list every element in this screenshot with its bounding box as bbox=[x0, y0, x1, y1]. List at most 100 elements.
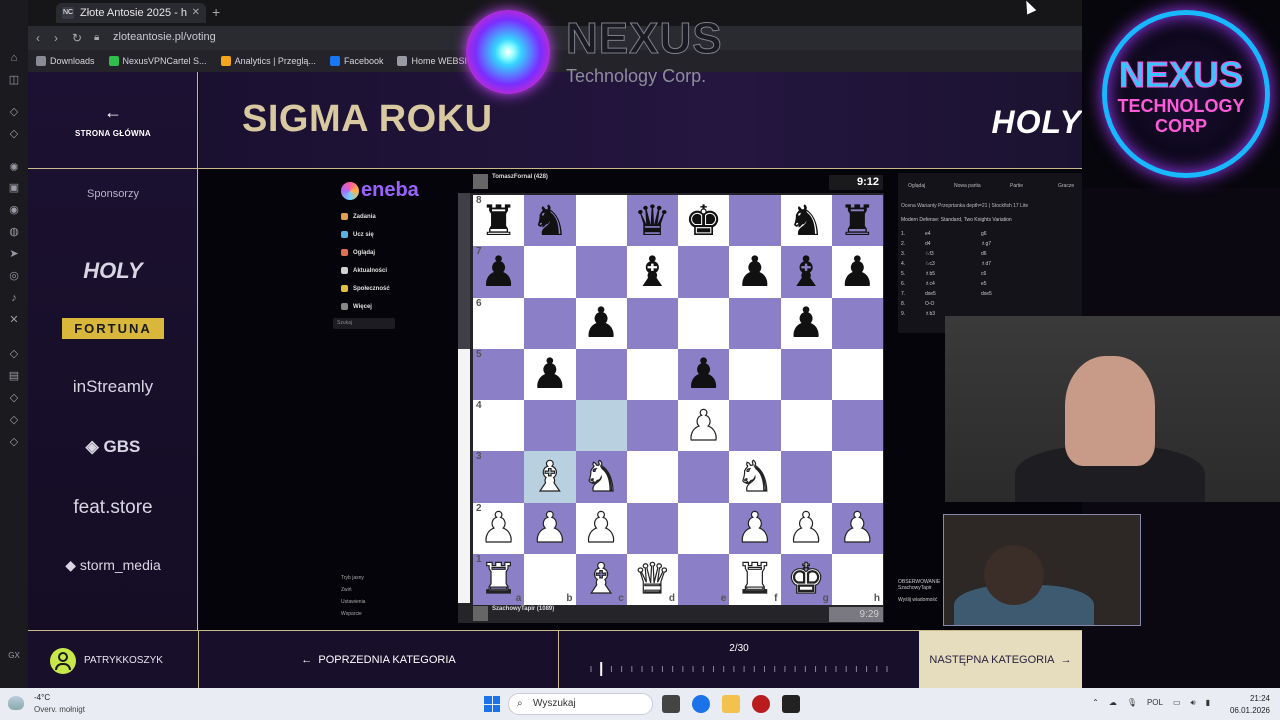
forward-icon[interactable]: › bbox=[54, 30, 58, 46]
square-g2[interactable]: ♟ bbox=[780, 502, 832, 554]
move-row[interactable]: 7. dxe5 dxe5 bbox=[901, 291, 1079, 297]
square-g7[interactable]: ♝ bbox=[780, 246, 832, 298]
twitch-icon[interactable]: ▣ bbox=[6, 180, 22, 196]
move-row[interactable]: 4. ♘c3 ♗d7 bbox=[901, 261, 1079, 267]
square-d7[interactable]: ♝ bbox=[626, 246, 678, 298]
close-icon[interactable]: ✕ bbox=[192, 3, 200, 23]
x-icon[interactable]: ✕ bbox=[6, 312, 22, 328]
square-h8[interactable]: ♜ bbox=[831, 195, 883, 247]
telegram-icon[interactable]: ➤ bbox=[6, 246, 22, 262]
move-row[interactable]: 6. ♗c4 e5 bbox=[901, 281, 1079, 287]
chess-board[interactable]: 8 ♜ ♞ ♛ ♚ ♞ ♜ 7 ♟ ♝ ♟ ♝ ♟ 6 ♟ ♟ 5 ♟ ♟ 4 ♟ 3 ♝ ♞ ♞ 2 ♟ ♟ ♟ ♟ ♟ ♟ 1 a ♜ b c ♝ d ♛… bbox=[473, 195, 883, 605]
chess-menu-settings[interactable]: Ustawienia bbox=[341, 599, 365, 605]
home-icon[interactable]: ⌂ bbox=[6, 50, 22, 66]
diamond-icon[interactable]: ◇ bbox=[6, 434, 22, 450]
square-b3[interactable]: ♝ bbox=[524, 451, 576, 503]
square-a3[interactable]: 3 bbox=[473, 451, 525, 503]
square-e3[interactable] bbox=[678, 451, 730, 503]
square-h7[interactable]: ♟ bbox=[831, 246, 883, 298]
network-icon[interactable]: ▭ bbox=[1173, 698, 1181, 708]
white-knight-piece[interactable]: ♞ bbox=[735, 455, 774, 498]
sponsor-fortuna[interactable]: FORTUNA bbox=[28, 318, 198, 339]
square-b1[interactable]: b bbox=[524, 553, 576, 605]
analysis-tab-new-game[interactable]: Nowa partia bbox=[954, 183, 981, 189]
white-king-piece[interactable]: ♚ bbox=[787, 557, 826, 600]
black-pawn-piece[interactable]: ♟ bbox=[787, 302, 825, 344]
move-row[interactable]: 5. ♗b5 c6 bbox=[901, 271, 1079, 277]
chess-menu-spolecznosc[interactable]: Społeczność bbox=[341, 285, 390, 292]
square-a5[interactable]: 5 bbox=[473, 348, 525, 400]
messenger-icon[interactable]: ◉ bbox=[6, 202, 22, 218]
analysis-tab-players[interactable]: Gracze bbox=[1058, 183, 1074, 189]
square-d3[interactable] bbox=[626, 451, 678, 503]
progress-ticks[interactable] bbox=[589, 662, 889, 676]
square-e8[interactable]: ♚ bbox=[678, 195, 730, 247]
back-icon[interactable]: ‹ bbox=[36, 30, 40, 46]
user-chip[interactable]: PATRYKKOSZYK bbox=[28, 631, 199, 688]
square-a6[interactable]: 6 bbox=[473, 297, 525, 349]
square-h1[interactable]: h bbox=[831, 553, 883, 605]
taskbar-search-input[interactable]: ⌕ Wyszukaj bbox=[508, 693, 653, 715]
square-a8[interactable]: 8 ♜ bbox=[473, 195, 525, 247]
move-row[interactable]: 8. O-O bbox=[901, 301, 1079, 307]
opera-gx-icon[interactable] bbox=[752, 695, 770, 713]
move-row[interactable]: 1. e4 g6 bbox=[901, 231, 1079, 237]
tab-active[interactable]: NC Złote Antosie 2025 - h ✕ bbox=[56, 3, 206, 23]
diamond-icon[interactable]: ◇ bbox=[6, 346, 22, 362]
white-bishop-piece[interactable]: ♝ bbox=[530, 455, 569, 498]
square-f6[interactable] bbox=[729, 297, 781, 349]
terminal-icon[interactable] bbox=[782, 695, 800, 713]
square-h4[interactable] bbox=[831, 400, 883, 452]
white-rook-piece[interactable]: ♜ bbox=[479, 557, 518, 600]
square-b4[interactable] bbox=[524, 400, 576, 452]
square-c7[interactable] bbox=[575, 246, 627, 298]
white-queen-piece[interactable]: ♛ bbox=[633, 557, 672, 600]
white-rook-piece[interactable]: ♜ bbox=[735, 557, 774, 600]
move-row[interactable]: 2. d4 ♗g7 bbox=[901, 241, 1079, 247]
battery-icon[interactable]: ▮ bbox=[1206, 698, 1210, 708]
move-row[interactable]: 3. ♘f3 d6 bbox=[901, 251, 1079, 257]
square-f1[interactable]: f ♜ bbox=[729, 553, 781, 605]
square-g6[interactable]: ♟ bbox=[780, 297, 832, 349]
square-d5[interactable] bbox=[626, 348, 678, 400]
square-c2[interactable]: ♟ bbox=[575, 502, 627, 554]
square-c8[interactable] bbox=[575, 195, 627, 247]
square-f2[interactable]: ♟ bbox=[729, 502, 781, 554]
black-pawn-piece[interactable]: ♟ bbox=[582, 302, 620, 344]
black-rook-piece[interactable]: ♜ bbox=[839, 199, 877, 242]
square-a4[interactable]: 4 bbox=[473, 400, 525, 452]
black-pawn-piece[interactable]: ♟ bbox=[685, 353, 723, 395]
black-rook-piece[interactable]: ♜ bbox=[480, 199, 518, 242]
analysis-tab-watch[interactable]: Oglądaj bbox=[908, 183, 925, 189]
square-d8[interactable]: ♛ bbox=[626, 195, 678, 247]
bookmark-1[interactable]: NexusVPNCartel S... bbox=[108, 56, 207, 66]
square-b8[interactable]: ♞ bbox=[524, 195, 576, 247]
square-b6[interactable] bbox=[524, 297, 576, 349]
white-pawn-piece[interactable]: ♟ bbox=[479, 506, 518, 549]
square-d6[interactable] bbox=[626, 297, 678, 349]
square-f8[interactable] bbox=[729, 195, 781, 247]
instagram-icon[interactable]: ◎ bbox=[6, 268, 22, 284]
square-g3[interactable] bbox=[780, 451, 832, 503]
black-queen-piece[interactable]: ♛ bbox=[634, 199, 672, 242]
square-e7[interactable] bbox=[678, 246, 730, 298]
reload-icon[interactable]: ↻ bbox=[72, 30, 82, 46]
tiktok-icon[interactable]: ♪ bbox=[6, 290, 22, 306]
square-g4[interactable] bbox=[780, 400, 832, 452]
clock[interactable]: 21:24 06.01.2026 bbox=[1230, 693, 1270, 717]
square-c1[interactable]: c ♝ bbox=[575, 553, 627, 605]
square-d4[interactable] bbox=[626, 400, 678, 452]
black-bishop-piece[interactable]: ♝ bbox=[787, 250, 825, 293]
edge-icon[interactable] bbox=[692, 695, 710, 713]
bookmark-3[interactable]: Facebook bbox=[329, 56, 383, 66]
bookmark-0[interactable]: Downloads bbox=[36, 56, 95, 66]
diamond-icon[interactable]: ◇ bbox=[6, 390, 22, 406]
square-f5[interactable] bbox=[729, 348, 781, 400]
square-b2[interactable]: ♟ bbox=[524, 502, 576, 554]
square-c4[interactable] bbox=[575, 400, 627, 452]
square-a7[interactable]: 7 ♟ bbox=[473, 246, 525, 298]
diamond-icon[interactable]: ◇ bbox=[6, 412, 22, 428]
volume-icon[interactable]: 🔊︎ bbox=[1191, 698, 1196, 708]
mic-icon[interactable]: 🎙︎ bbox=[1127, 698, 1137, 708]
chess-menu-zadania[interactable]: Zadania bbox=[341, 213, 376, 220]
